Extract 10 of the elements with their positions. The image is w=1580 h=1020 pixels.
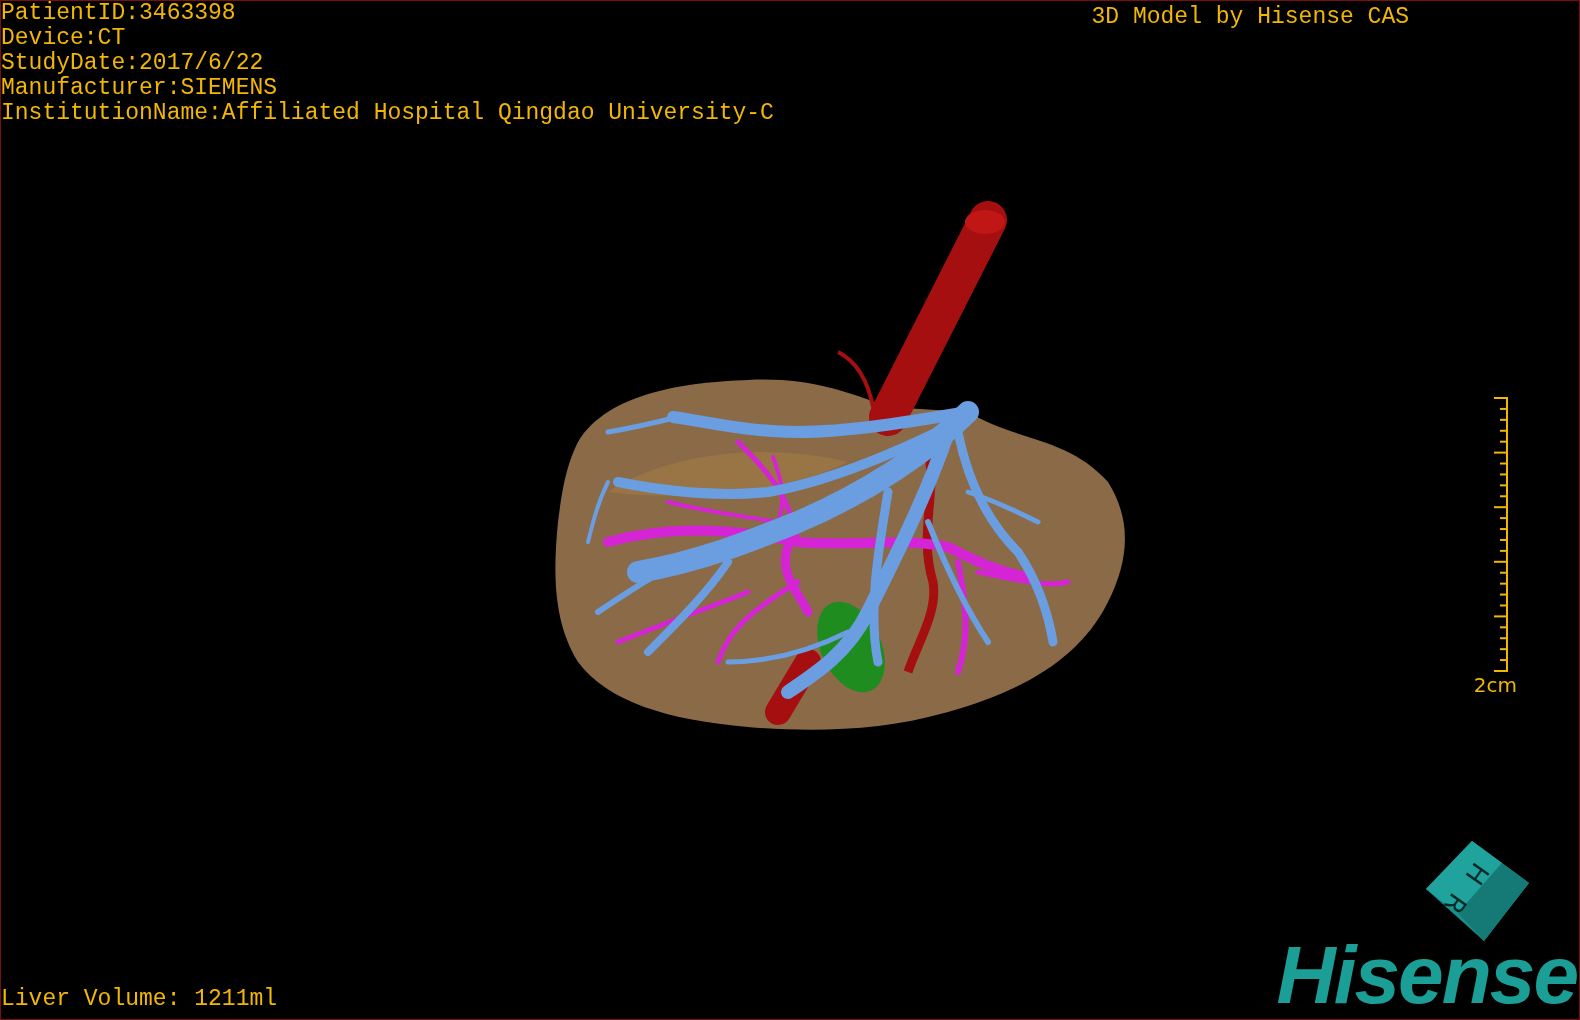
patient-info-text: PatientID:3463398 — [1, 1, 237, 26]
patient-info-text: StudyDate:2017/6/22 — [1, 51, 265, 76]
patient-info-text: InstitutionName:Affiliated Hospital Qingdao University-C — [1, 101, 774, 126]
viewer-title: 3D Model by Hisense CAS — [1091, 3, 1409, 32]
brand-logo: Hisense — [1276, 935, 1577, 1015]
liver-volume-label: Liver Volume: 1211ml — [1, 985, 278, 1013]
orientation-cube-icon[interactable] — [1426, 841, 1529, 941]
scale-label: 2cm — [1473, 673, 1517, 697]
patient-info-text: Manufacturer:SIEMENS — [1, 76, 279, 101]
patient-info-text: Device:CT — [1, 26, 127, 51]
